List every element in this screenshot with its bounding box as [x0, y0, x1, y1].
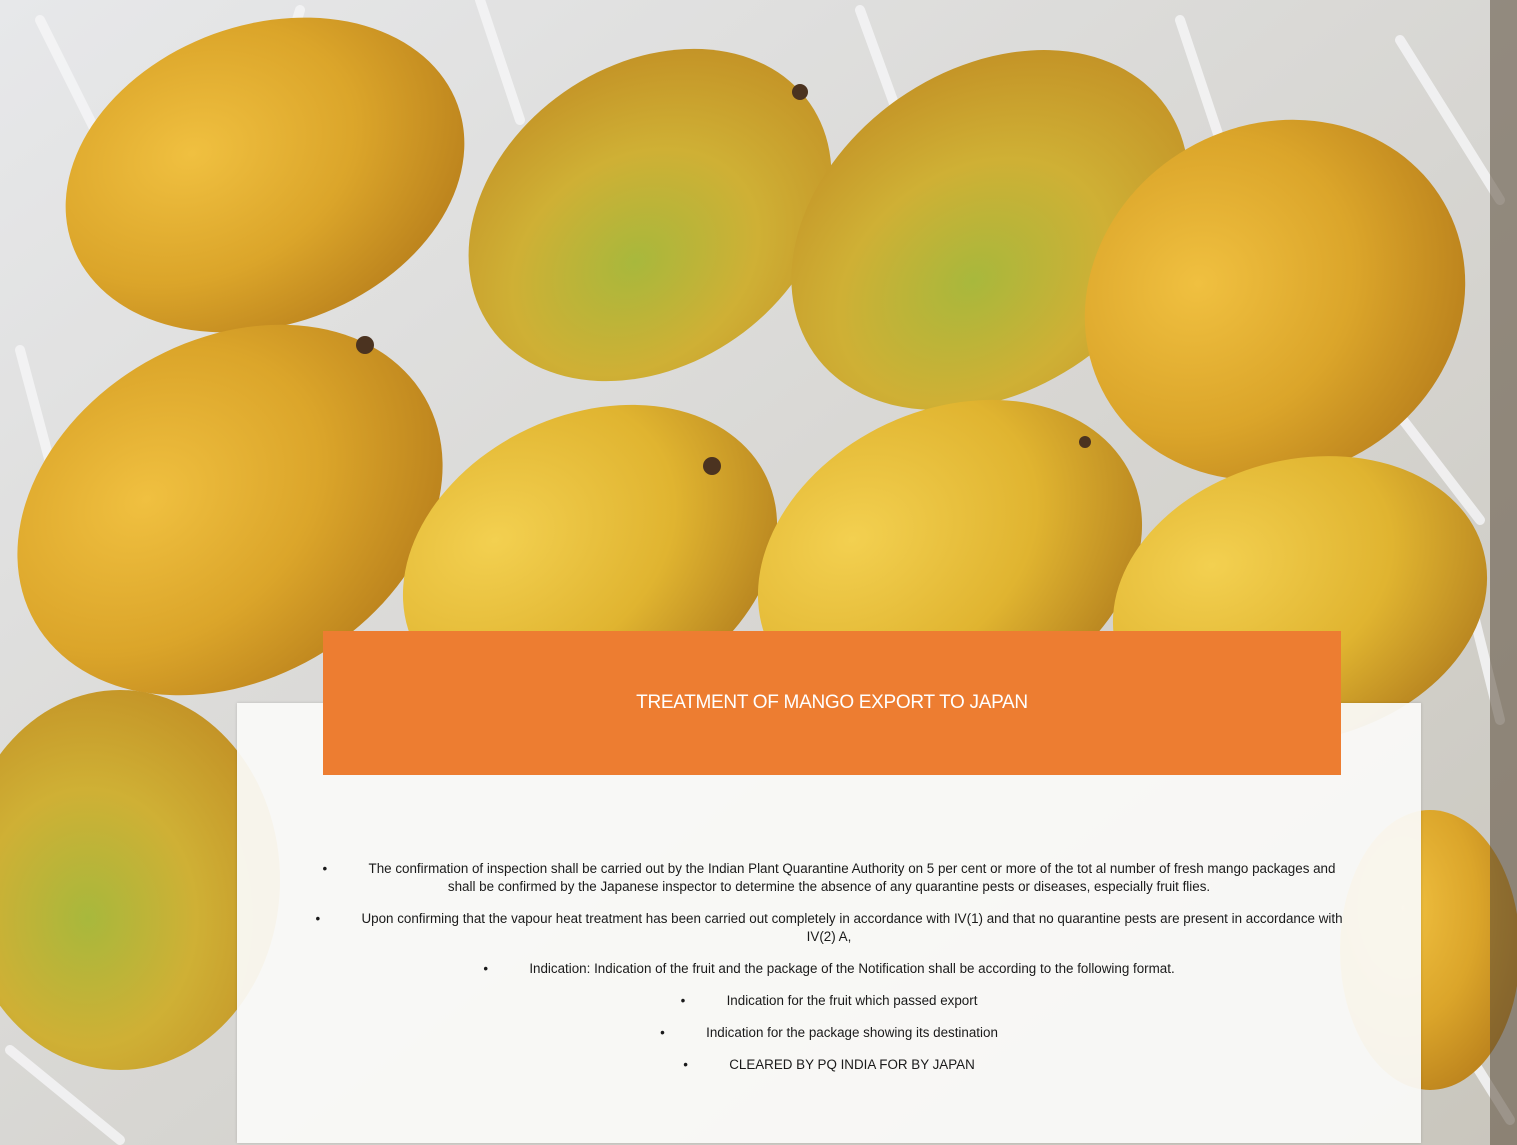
bullet-text: Indication for the fruit which passed ex… — [726, 993, 978, 1008]
bullet-dot: • — [683, 1057, 688, 1072]
bullet-list: • The confirmation of inspection shall be… — [237, 860, 1421, 1088]
bullet-dot: • — [315, 911, 321, 926]
bullet-text: Upon confirming that the vapour heat tre… — [361, 911, 1343, 944]
bullet-item: • Indication for the fruit which passed e… — [237, 992, 1421, 1010]
bullet-item: • The confirmation of inspection shall be… — [237, 860, 1421, 896]
bullet-text: Indication for the package showing its d… — [706, 1025, 998, 1040]
slide: TREATMENT OF MANGO EXPORT TO JAPAN • The … — [0, 0, 1517, 1145]
bullet-text: CLEARED BY PQ INDIA FOR BY JAPAN — [729, 1057, 975, 1072]
bullet-item: • Indication for the package showing its … — [237, 1024, 1421, 1042]
bullet-dot: • — [680, 993, 686, 1008]
bullet-item: • Indication: Indication of the fruit and… — [237, 960, 1421, 978]
bullet-text: Indication: Indication of the fruit and … — [529, 961, 1175, 976]
bullet-text: The confirmation of inspection shall be … — [368, 861, 1336, 894]
bullet-dot: • — [322, 861, 328, 876]
bullet-dot: • — [660, 1025, 665, 1040]
title-bar: TREATMENT OF MANGO EXPORT TO JAPAN — [323, 631, 1341, 775]
bullet-dot: • — [483, 961, 489, 976]
bullet-item: • CLEARED BY PQ INDIA FOR BY JAPAN — [237, 1056, 1421, 1074]
bullet-item: • Upon confirming that the vapour heat tr… — [237, 910, 1421, 946]
slide-title: TREATMENT OF MANGO EXPORT TO JAPAN — [636, 692, 1028, 713]
